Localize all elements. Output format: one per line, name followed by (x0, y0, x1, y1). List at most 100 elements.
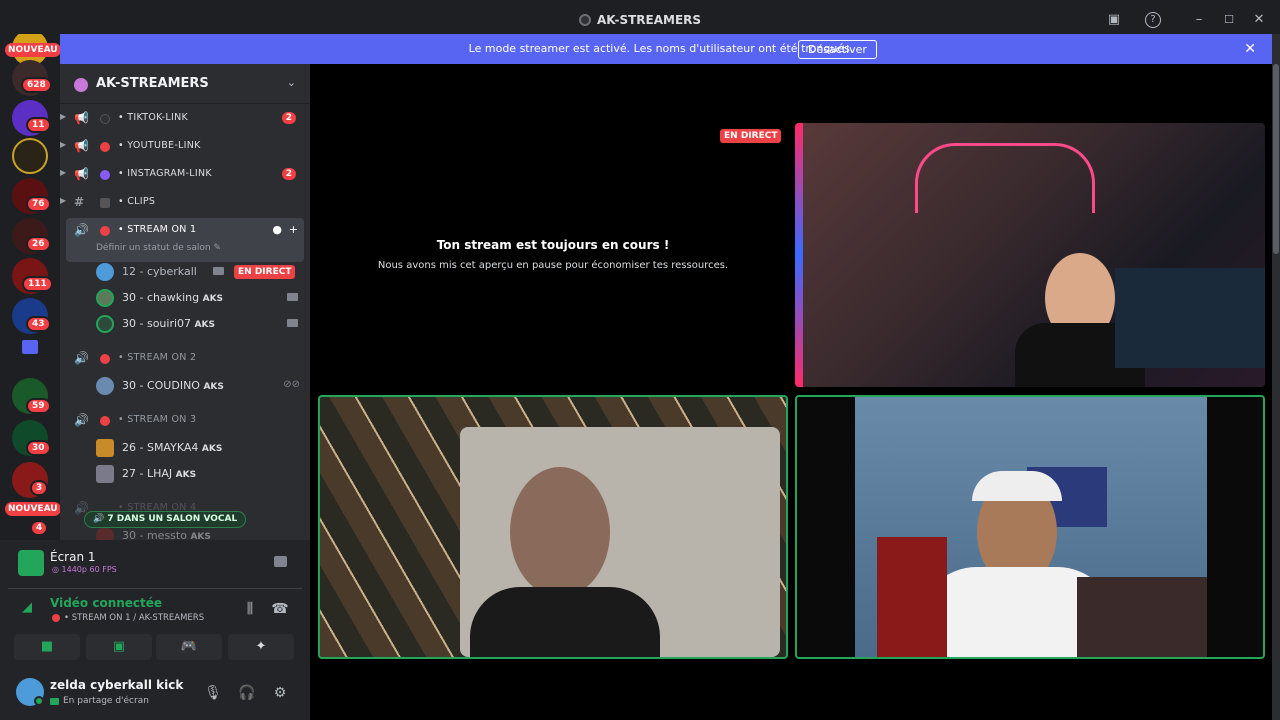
microphone-icon[interactable]: 🎙 (204, 684, 222, 702)
inbox-icon[interactable]: ▣ (1106, 12, 1122, 28)
neon-light (795, 123, 803, 387)
chat-icon[interactable]: ● (272, 223, 282, 236)
camera-button[interactable]: ■ (14, 634, 80, 660)
shelf (1077, 577, 1207, 657)
scrollbar-thumb[interactable] (1273, 64, 1279, 254)
voice-speaker-icon: 🔊 (74, 351, 89, 365)
mention-badge: 2 (281, 112, 296, 124)
chevron-right-icon: ▶ (60, 196, 67, 205)
unread-badge: 59 (26, 398, 51, 414)
voice-member[interactable]: 30 - souiri07 AKS (96, 312, 306, 336)
channel-instagram-link[interactable]: ▶ 📢 • INSTAGRAM-LINK 2 (60, 162, 310, 188)
channel-clips[interactable]: ▶ # • CLIPS (60, 190, 310, 216)
video-tile-souiri07[interactable] (795, 395, 1265, 659)
username: zelda cyberkall kick (50, 678, 184, 692)
soundboard-button[interactable]: ✦ (228, 634, 294, 660)
paused-stream-tile[interactable]: Ton stream est toujours en cours ! Nous … (320, 64, 786, 394)
channel-emoji-icon (100, 354, 110, 364)
unread-badge: 26 (26, 236, 51, 252)
settings-gear-icon[interactable]: ⚙ (271, 684, 289, 702)
help-icon[interactable]: ? (1145, 12, 1161, 28)
voice-member[interactable]: 30 - COUDINO AKS ⊘⊘ (96, 374, 306, 398)
voice-channel-stream-on-3[interactable]: 🔊 • STREAM ON 3 (60, 408, 310, 434)
channel-name: • YOUTUBE-LINK (118, 140, 201, 151)
neon-sign (915, 143, 1095, 213)
close-banner-icon[interactable]: ✕ (1244, 41, 1256, 57)
avatar (96, 439, 114, 457)
voice-speaker-icon: 🔊 (74, 413, 89, 427)
voice-member[interactable]: 26 - SMAYKA4 AKS (96, 436, 306, 460)
avatar (96, 289, 114, 307)
channel-emoji-icon (100, 416, 110, 426)
screen-share-button[interactable]: ▣ (86, 634, 152, 660)
stop-stream-icon[interactable] (274, 556, 287, 567)
voice-count-pill[interactable]: 🔊 7 DANS UN SALON VOCAL (84, 511, 247, 528)
mention-badge: 2 (281, 168, 296, 180)
disconnect-icon[interactable]: ☎ (271, 600, 289, 618)
video-stage: Ton stream est toujours en cours ! Nous … (310, 64, 1272, 720)
camera-icon (287, 319, 298, 327)
member-name: 30 - messto AKS (122, 529, 211, 540)
voice-member[interactable]: 27 - LHAJ AKS (96, 462, 306, 486)
minimize-icon[interactable]: – (1191, 12, 1207, 28)
paused-subtitle: Nous avons mis cet aperçu en pause pour … (377, 260, 729, 271)
voice-connected-title[interactable]: Vidéo connectée (50, 596, 162, 610)
server-boost-icon (74, 78, 88, 92)
channel-status[interactable]: Définir un statut de salon ✎ (96, 243, 221, 253)
close-window-icon[interactable]: ✕ (1251, 12, 1267, 28)
chevron-right-icon: ▶ (60, 168, 67, 177)
server-list: NOUVEAU 628 11 76 26 111 43 59 30 3 NOUV… (0, 34, 60, 540)
screen-quality: ◎ 1440p 60 FPS (52, 565, 117, 574)
channel-emoji-icon (100, 170, 110, 180)
chevron-right-icon: ▶ (60, 140, 67, 149)
person-body (470, 587, 660, 657)
channel-emoji-icon (100, 114, 110, 124)
voice-channel-stream-on-1[interactable]: 🔊 • STREAM ON 1 Définir un statut de sal… (66, 218, 304, 262)
unread-badge: 11 (26, 117, 51, 133)
member-name: 30 - chawking AKS (122, 291, 224, 304)
activity-button[interactable]: 🎮 (156, 634, 222, 660)
voice-member[interactable]: 30 - chawking AKS (96, 286, 306, 310)
unread-badge: 30 (26, 440, 51, 456)
status-indicator (34, 696, 44, 706)
user-panel: Écran 1 ◎ 1440p 60 FPS ◢ Vidéo connectée… (0, 540, 310, 720)
voice-connected-channel: • STREAM ON 1 / AK-STREAMERS (64, 613, 205, 623)
screen-title: Écran 1 (50, 550, 96, 564)
user-status: En partage d'écran (63, 696, 149, 706)
voice-member[interactable]: 12 - cyberkall EN DIRECT (96, 260, 306, 284)
chevron-right-icon: ▶ (60, 112, 67, 121)
invite-icon[interactable]: + (289, 223, 298, 236)
channel-youtube-link[interactable]: ▶ 📢 • YOUTUBE-LINK (60, 134, 310, 160)
maximize-icon[interactable]: ☐ (1221, 12, 1237, 28)
live-badge: EN DIRECT (234, 265, 296, 279)
announcement-icon: 📢 (74, 111, 89, 125)
paused-title: Ton stream est toujours en cours ! (436, 238, 670, 252)
channel-name: • STREAM ON 1 (118, 224, 197, 235)
unread-badge: 3 (30, 480, 49, 496)
banner-message: Le mode streamer est activé. Les noms d'… (468, 42, 854, 55)
noise-suppression-icon[interactable]: ⫼ (241, 600, 259, 618)
gaming-chair (877, 537, 947, 657)
video-tile-chawking[interactable] (318, 395, 788, 659)
screen-share-status-icon (50, 698, 59, 705)
avatar (96, 263, 114, 281)
disable-streamer-mode-button[interactable]: Désactiver (798, 40, 877, 59)
new-badge: NOUVEAU (5, 502, 60, 516)
streamer-mode-banner: Le mode streamer est activé. Les noms d'… (60, 34, 1272, 64)
new-badge: NOUVEAU (5, 43, 60, 57)
unread-badge: 76 (26, 196, 51, 212)
unread-badge: 628 (21, 77, 52, 93)
voice-speaker-icon: 🔊 (74, 223, 89, 237)
video-tile-cyberkall[interactable] (795, 123, 1265, 387)
channel-tiktok-link[interactable]: ▶ 📢 • TIKTOK-LINK 2 (60, 106, 310, 132)
voice-channel-stream-on-2[interactable]: 🔊 • STREAM ON 2 (60, 346, 310, 372)
folder-icon[interactable] (22, 340, 38, 354)
chair (1115, 268, 1265, 368)
signal-icon: ◢ (22, 600, 32, 615)
scrollbar[interactable] (1272, 34, 1280, 720)
headphones-icon[interactable]: 🎧 (238, 684, 256, 702)
member-name: 12 - cyberkall (122, 265, 197, 278)
server-header[interactable]: AK-STREAMERS ⌄ (60, 64, 310, 104)
channel-name: • INSTAGRAM-LINK (118, 168, 212, 179)
server-icon[interactable] (12, 138, 48, 174)
